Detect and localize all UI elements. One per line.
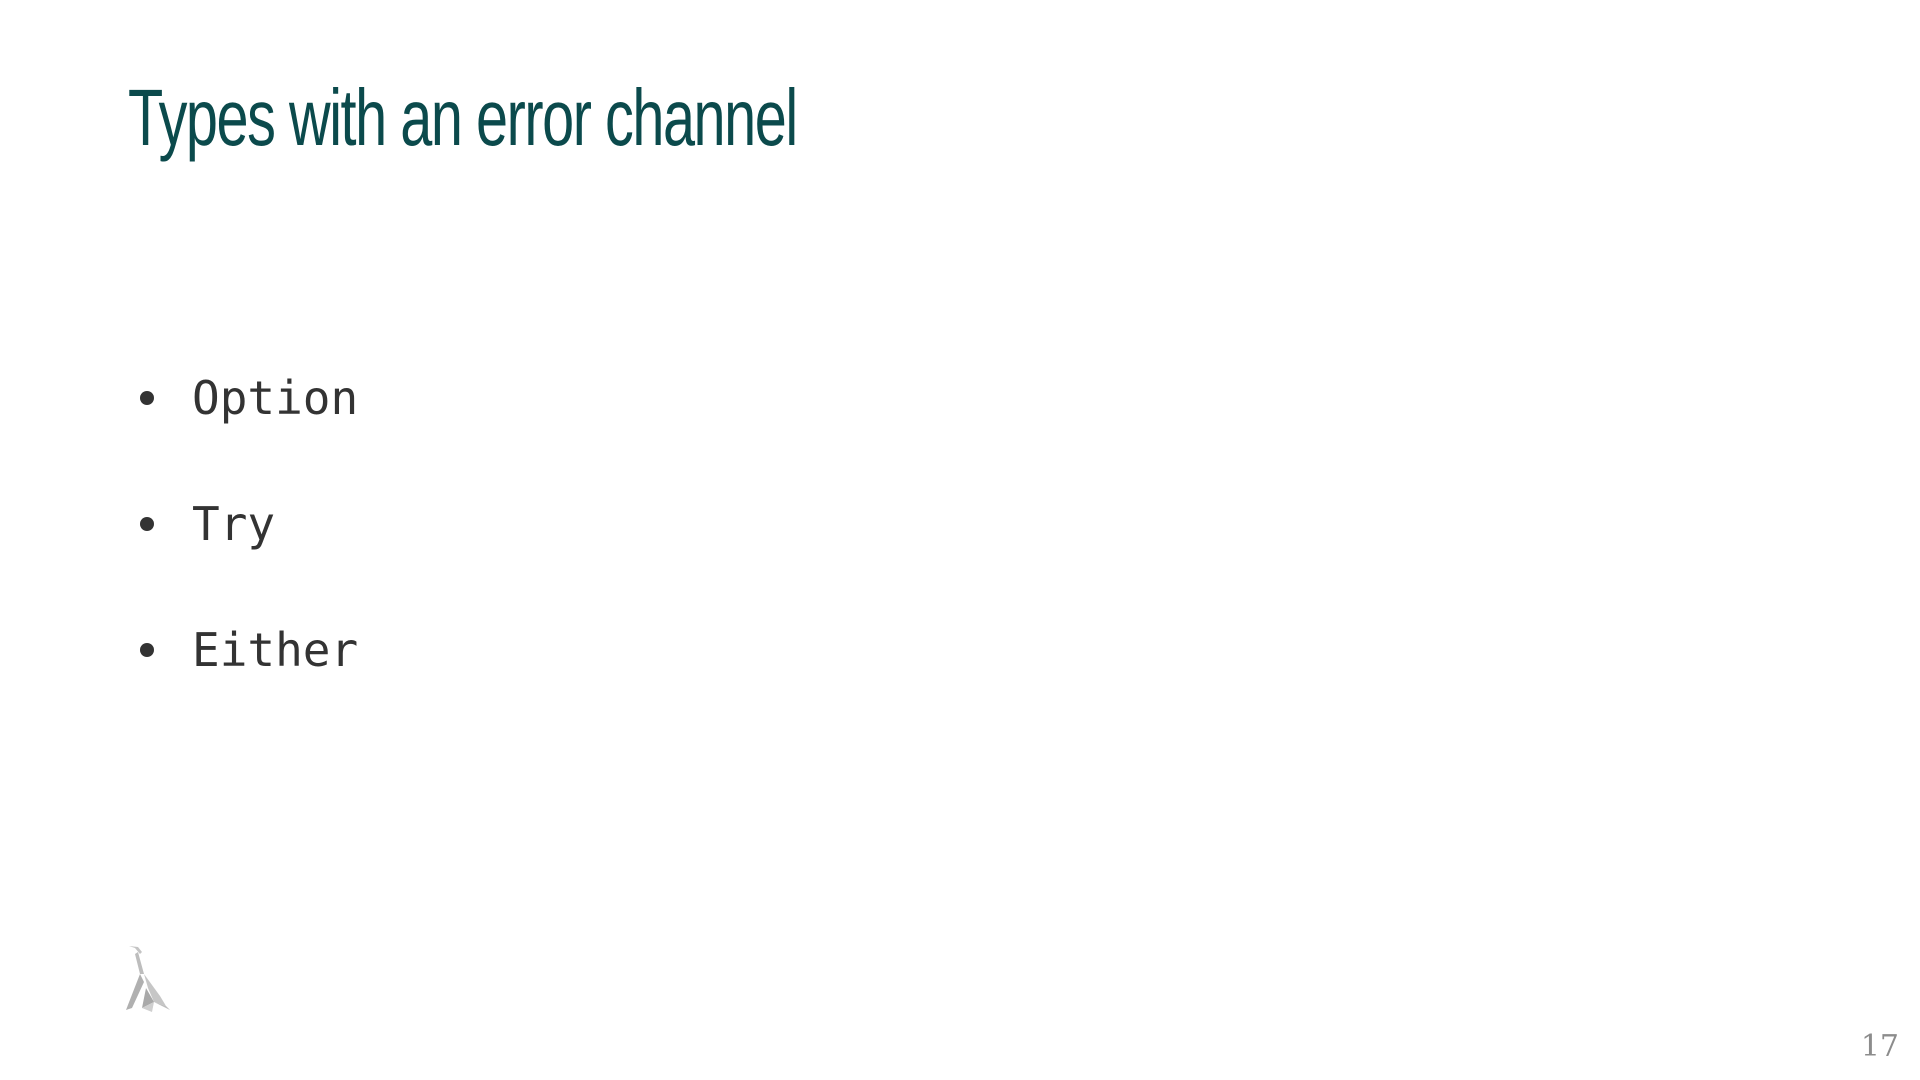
slide: Types with an error channel Option Try E… [0,0,1920,1080]
bullet-list: Option Try Either [140,335,358,713]
bullet-icon [140,643,154,657]
slide-title: Types with an error channel [128,73,798,162]
bullet-text-either: Either [192,623,359,677]
list-item: Try [140,461,358,587]
lambda-logo-icon [124,944,180,1014]
list-item: Option [140,335,358,461]
bullet-text-option: Option [192,371,359,425]
bullet-icon [140,517,154,531]
list-item: Either [140,587,358,713]
bullet-text-try: Try [192,497,276,551]
bullet-icon [140,391,154,405]
page-number: 17 [1860,1029,1899,1064]
